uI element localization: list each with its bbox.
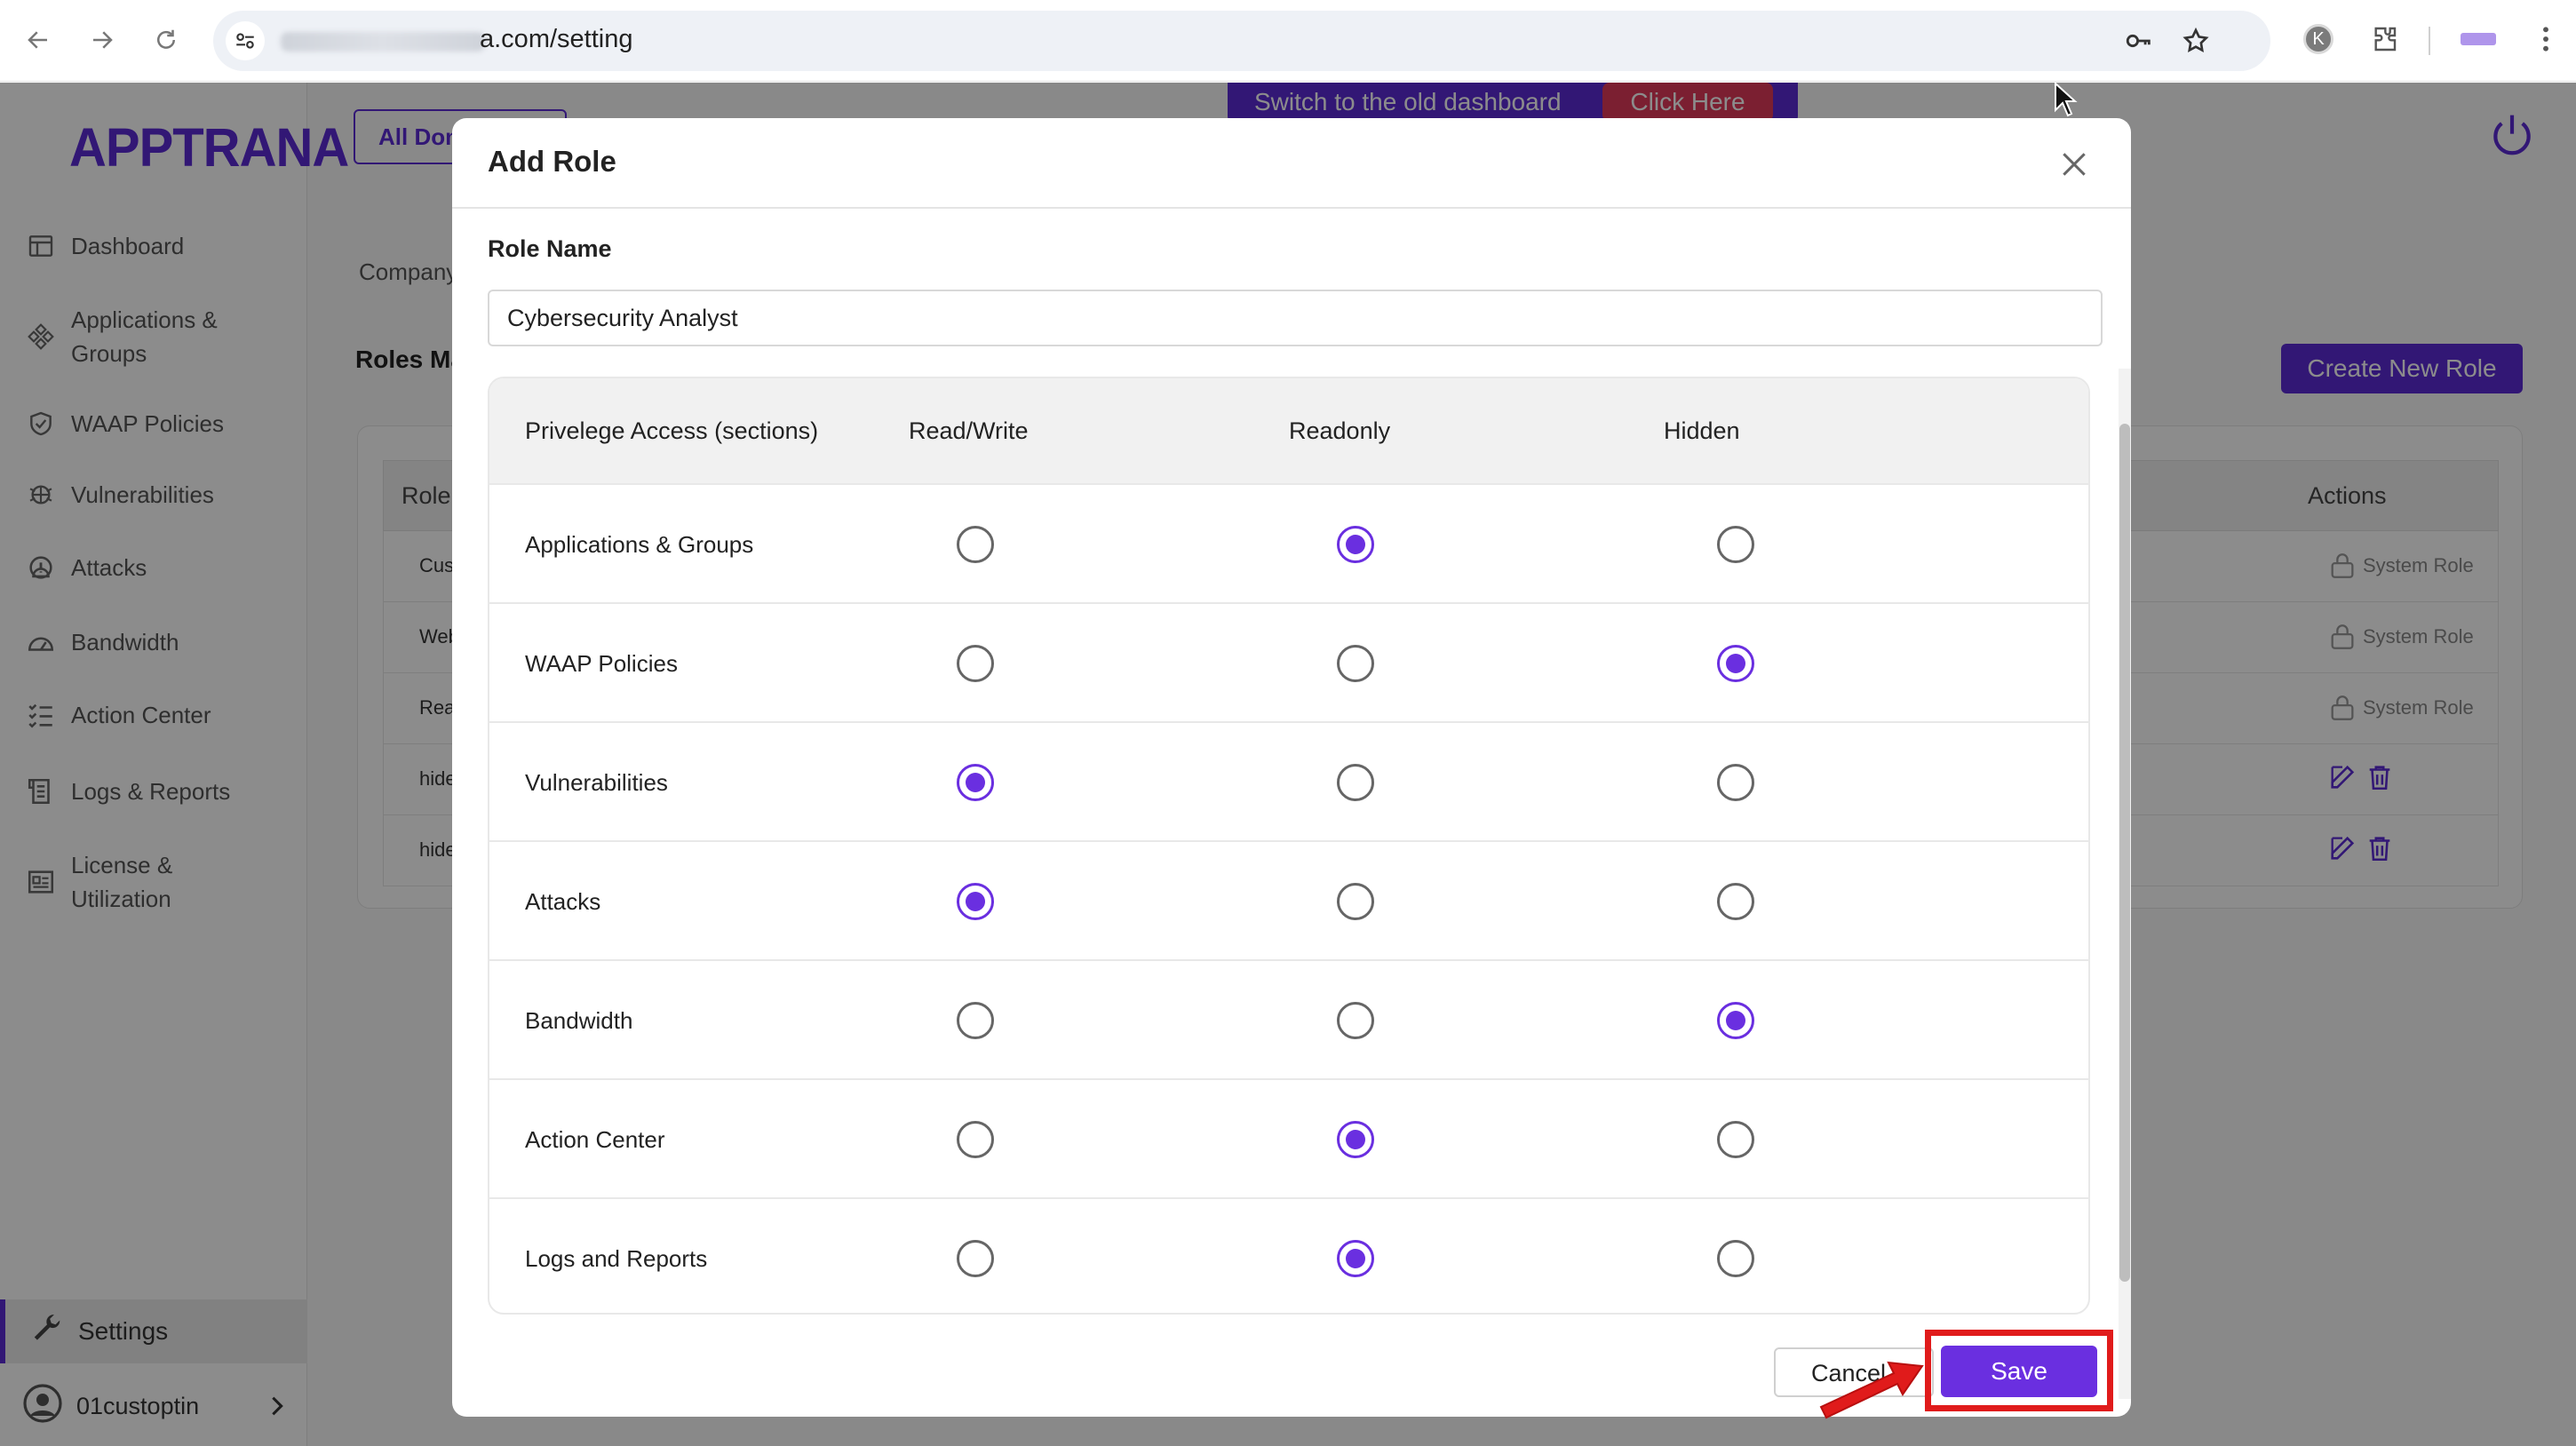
address-bar[interactable]: a.com/setting	[213, 11, 2270, 71]
privilege-row: Applications & Groups	[489, 483, 2088, 602]
url-redacted	[281, 32, 485, 52]
url-text: a.com/setting	[480, 25, 633, 53]
radio-read-write[interactable]	[957, 1240, 994, 1277]
privilege-section-name: Applications & Groups	[525, 531, 754, 558]
radio-hidden[interactable]	[1717, 1121, 1754, 1158]
radio-hidden[interactable]	[1717, 645, 1754, 682]
privilege-row: Bandwidth	[489, 959, 2088, 1078]
privilege-row: WAAP Policies	[489, 602, 2088, 721]
star-icon[interactable]	[2180, 25, 2212, 57]
mouse-cursor-icon	[2055, 82, 2078, 117]
column-header-readonly: Readonly	[1289, 417, 1391, 444]
browser-menu-icon[interactable]	[2526, 20, 2565, 59]
privilege-section-name: WAAP Policies	[525, 650, 678, 677]
radio-readonly[interactable]	[1337, 1121, 1374, 1158]
browser-toolbar: a.com/setting K	[0, 0, 2576, 82]
privilege-section-name: Attacks	[525, 888, 601, 915]
radio-readonly[interactable]	[1337, 526, 1374, 563]
column-header-read-write: Read/Write	[909, 417, 1029, 444]
extension-badge-icon[interactable]	[2459, 20, 2498, 59]
modal-scrollbar-thumb[interactable]	[2119, 424, 2130, 1282]
radio-hidden[interactable]	[1717, 1002, 1754, 1039]
radio-readonly[interactable]	[1337, 1240, 1374, 1277]
back-icon[interactable]	[18, 20, 59, 60]
forward-icon[interactable]	[82, 20, 123, 60]
column-header-section: Privelege Access (sections)	[525, 417, 819, 444]
modal-header: Add Role	[452, 118, 2131, 209]
close-icon[interactable]	[2056, 147, 2092, 182]
radio-readonly[interactable]	[1337, 764, 1374, 801]
profile-avatar[interactable]: K	[2299, 20, 2338, 59]
radio-read-write[interactable]	[957, 526, 994, 563]
role-name-input[interactable]	[488, 290, 2103, 346]
site-settings-icon[interactable]	[226, 21, 265, 60]
radio-readonly[interactable]	[1337, 883, 1374, 920]
role-name-label: Role Name	[488, 235, 612, 262]
reload-icon[interactable]	[146, 20, 187, 60]
extensions-icon[interactable]	[2365, 20, 2404, 59]
privilege-table: Privelege Access (sections) Read/Write R…	[488, 377, 2090, 1315]
radio-hidden[interactable]	[1717, 1240, 1754, 1277]
radio-hidden[interactable]	[1717, 764, 1754, 801]
annotation-arrow-icon	[1819, 1361, 1924, 1419]
column-header-hidden: Hidden	[1664, 417, 1740, 444]
privilege-row: Action Center	[489, 1078, 2088, 1197]
toolbar-divider	[2429, 27, 2430, 55]
privilege-section-name: Logs and Reports	[525, 1245, 708, 1272]
save-button[interactable]: Save	[1941, 1346, 2097, 1397]
radio-read-write[interactable]	[957, 1002, 994, 1039]
radio-read-write[interactable]	[957, 764, 994, 801]
privilege-row: Attacks	[489, 840, 2088, 959]
privilege-section-name: Action Center	[525, 1126, 665, 1153]
radio-readonly[interactable]	[1337, 645, 1374, 682]
add-role-modal: Add Role Role Name Privelege Access (sec…	[452, 118, 2131, 1417]
key-icon[interactable]	[2123, 25, 2155, 57]
radio-read-write[interactable]	[957, 645, 994, 682]
radio-read-write[interactable]	[957, 883, 994, 920]
privilege-section-name: Bandwidth	[525, 1007, 633, 1034]
radio-read-write[interactable]	[957, 1121, 994, 1158]
radio-readonly[interactable]	[1337, 1002, 1374, 1039]
modal-title: Add Role	[488, 145, 616, 178]
privilege-row: Vulnerabilities	[489, 721, 2088, 840]
radio-hidden[interactable]	[1717, 883, 1754, 920]
privilege-table-header: Privelege Access (sections) Read/Write R…	[489, 378, 2088, 483]
privilege-row: Logs and Reports	[489, 1197, 2088, 1313]
privilege-section-name: Vulnerabilities	[525, 769, 668, 796]
radio-hidden[interactable]	[1717, 526, 1754, 563]
